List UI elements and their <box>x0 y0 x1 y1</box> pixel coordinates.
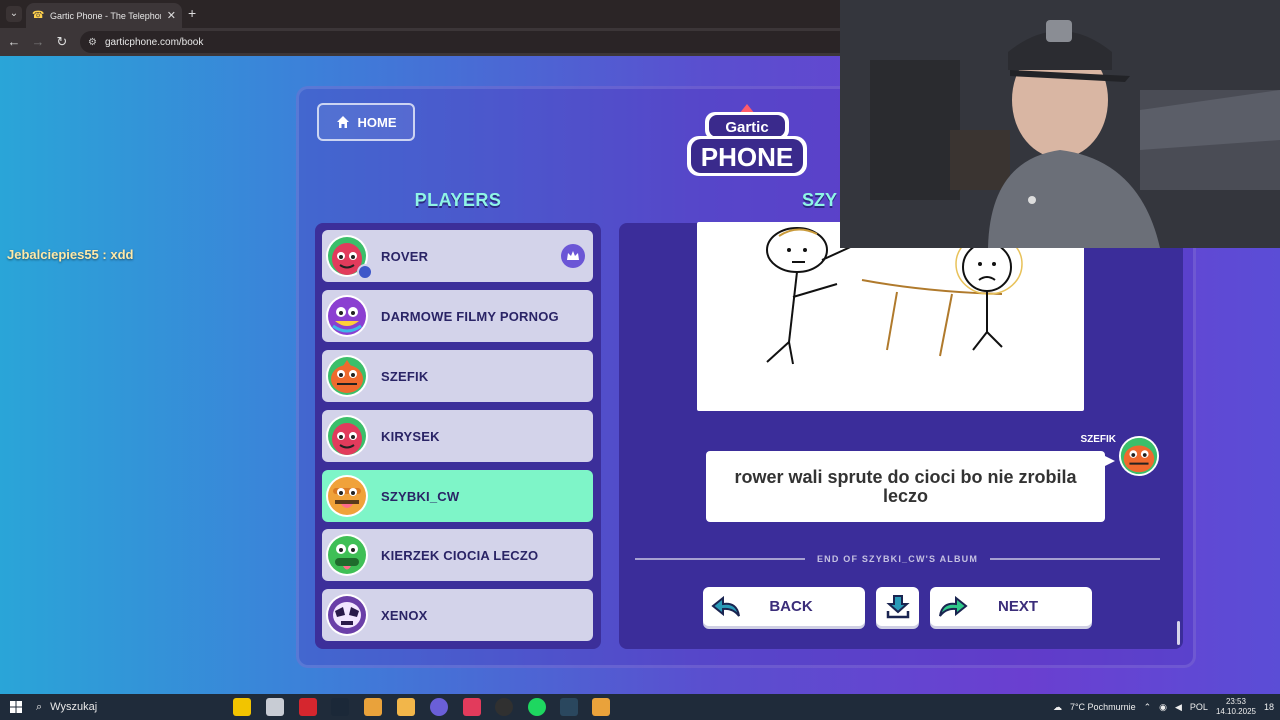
author-avatar <box>1118 435 1160 477</box>
search-icon: ⌕ <box>36 700 43 713</box>
home-label: HOME <box>357 114 397 130</box>
player-avatar <box>325 593 369 637</box>
steam-alt-icon[interactable] <box>560 698 578 716</box>
player-row: KIRYSEK <box>322 410 593 462</box>
network-icon[interactable]: ◉ <box>1159 702 1167 713</box>
player-avatar <box>325 533 369 577</box>
site-info-icon[interactable]: ⚙ <box>88 37 97 48</box>
browser-tab[interactable]: ☎ Gartic Phone - The Telephone G ✕ <box>26 3 182 28</box>
url-text: garticphone.com/book <box>104 36 204 48</box>
app-blue-icon[interactable] <box>430 698 448 716</box>
app-red-icon[interactable] <box>299 698 317 716</box>
caption-bubble: rower wali sprute do cioci bo nie zrobil… <box>706 451 1115 522</box>
player-avatar <box>325 414 369 458</box>
file-icon[interactable] <box>266 698 284 716</box>
download-icon <box>885 594 910 618</box>
player-name: SZYBKI_CW <box>381 488 460 504</box>
gartic-phone-logo: Gartic PHONE <box>687 104 807 176</box>
player-name: DARMOWE FILMY PORNOG <box>381 308 559 324</box>
obs-icon[interactable] <box>495 698 513 716</box>
sticky-notes-icon[interactable] <box>233 698 251 716</box>
language-indicator[interactable]: POL <box>1190 702 1208 712</box>
back-button[interactable]: BACK <box>703 587 865 626</box>
windows-taskbar: ⌕ Wyszukaj ☁ 7°C Pochmurnie ⌃ ◉ ◀ POL 23… <box>0 694 1280 720</box>
stick-figure-drawing <box>766 227 1023 365</box>
next-arrow-icon <box>939 595 968 617</box>
reload-icon[interactable]: ↻ <box>54 34 70 50</box>
search-placeholder: Wyszukaj <box>50 701 98 713</box>
logo-bottom-text: PHONE <box>701 142 793 172</box>
player-avatar <box>325 474 369 518</box>
player-row: XENOX <box>322 589 593 641</box>
taskbar-search[interactable]: ⌕ Wyszukaj <box>32 694 222 720</box>
album-scrollbar[interactable] <box>1177 621 1180 645</box>
host-crown-icon <box>561 244 585 268</box>
stream-chat-message: Jebalciepies55 : xdd <box>7 247 134 262</box>
notification-count[interactable]: 18 <box>1264 702 1274 712</box>
tab-close-icon[interactable]: ✕ <box>167 9 176 22</box>
player-avatar <box>325 234 373 280</box>
webcam-overlay <box>840 0 1280 248</box>
windows-start-icon[interactable] <box>0 694 32 720</box>
chrome-icon[interactable] <box>364 698 382 716</box>
spotify-icon[interactable] <box>528 698 546 716</box>
album-end-divider: END OF SZYBKI_CW'S ALBUM <box>635 552 1161 566</box>
player-avatar <box>325 354 369 398</box>
tab-title: Gartic Phone - The Telephone G <box>50 10 161 21</box>
system-tray: ☁ 7°C Pochmurnie ⌃ ◉ ◀ POL 23:53 14.10.2… <box>1053 694 1280 720</box>
back-arrow-icon <box>711 595 740 617</box>
author-name: SZEFIK <box>1080 434 1116 445</box>
album-end-text: END OF SZYBKI_CW'S ALBUM <box>816 554 979 564</box>
tab-search-icon[interactable]: ⌄ <box>6 6 22 22</box>
clock-time: 23:53 <box>1225 697 1246 706</box>
back-arrow-icon[interactable]: ← <box>6 34 22 49</box>
current-user-badge <box>357 264 373 280</box>
clock[interactable]: 23:53 14.10.2025 <box>1216 697 1256 717</box>
player-row: DARMOWE FILMY PORNOG <box>322 290 593 342</box>
new-tab-icon[interactable]: + <box>188 5 196 21</box>
webcam-streamer-image <box>840 0 1280 248</box>
clock-date: 14.10.2025 <box>1215 707 1256 716</box>
chevron-up-icon[interactable]: ⌃ <box>1144 702 1152 713</box>
weather-icon: ☁ <box>1052 701 1062 712</box>
back-label: BACK <box>769 598 813 615</box>
divider-line <box>635 558 805 560</box>
album-drawing <box>697 222 1084 411</box>
home-button[interactable]: HOME <box>317 103 415 141</box>
player-row: SZEFIK <box>322 350 593 402</box>
folder-icon[interactable] <box>397 698 415 716</box>
next-button[interactable]: NEXT <box>930 587 1092 626</box>
steam-icon[interactable] <box>331 698 349 716</box>
player-row: ROVER <box>322 230 593 282</box>
player-name: KIRYSEK <box>381 428 440 444</box>
album-heading: SZY <box>802 190 838 210</box>
player-row-active: SZYBKI_CW <box>322 470 593 522</box>
gartic-app-icon[interactable] <box>592 698 610 716</box>
divider-line <box>990 558 1161 560</box>
player-avatar <box>325 294 369 338</box>
next-label: NEXT <box>997 598 1038 615</box>
player-name: XENOX <box>381 607 428 623</box>
player-row: KIERZEK CIOCIA LECZO <box>322 529 593 581</box>
player-name: ROVER <box>381 248 429 264</box>
weather-text[interactable]: 7°C Pochmurnie <box>1070 702 1136 712</box>
player-name: SZEFIK <box>381 368 429 384</box>
app-pink-icon[interactable] <box>463 698 481 716</box>
home-icon <box>336 116 349 128</box>
player-name: KIERZEK CIOCIA LECZO <box>381 547 539 563</box>
players-heading: PLAYERS <box>414 190 502 210</box>
download-button[interactable] <box>876 587 919 626</box>
forward-arrow-icon[interactable]: → <box>30 34 46 49</box>
gartic-favicon-icon: ☎ <box>32 9 45 21</box>
logo-top-text: Gartic <box>725 119 768 136</box>
volume-icon[interactable]: ◀ <box>1175 702 1182 713</box>
